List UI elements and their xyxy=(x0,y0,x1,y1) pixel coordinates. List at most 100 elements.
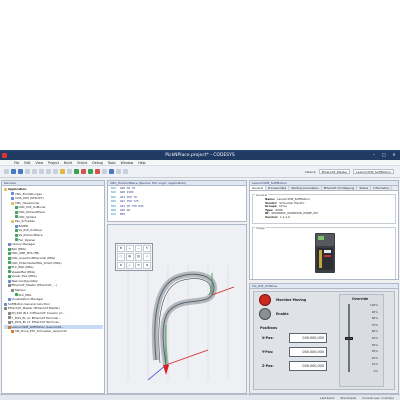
machine-moving-lamp xyxy=(260,295,270,305)
module-icon xyxy=(11,192,14,196)
build-icon[interactable] xyxy=(67,169,72,174)
module-icon xyxy=(4,302,7,306)
redo-icon[interactable] xyxy=(32,169,37,174)
code-icon xyxy=(14,210,18,214)
line-number: N70 xyxy=(110,212,116,217)
visualization-pane: Vis_PnP_UnMove Machine Moving Enable Pos… xyxy=(249,283,399,394)
x-pos-label: X-Pos: xyxy=(262,336,274,340)
device-icon xyxy=(7,284,11,288)
subtab-information[interactable]: Information xyxy=(371,186,393,190)
step-into-icon[interactable] xyxy=(123,169,128,174)
toolpath-3d-viewer[interactable]: ✥ + − ↻ ▢ ▤ ▥ ◇ # ⊥ ⟲ ⚙ xyxy=(107,224,247,394)
code-icon xyxy=(14,229,18,233)
folder-icon xyxy=(11,219,14,223)
override-tick-label: 60% xyxy=(371,329,378,334)
module-icon xyxy=(14,224,18,228)
code-lines[interactable]: N10 G00 X0 Y0 N20 G00 Z100 N30 G01 X50 Y0 N40 G… xyxy=(108,186,246,217)
subtab-startup-parameters[interactable]: Startup parameters xyxy=(289,186,322,190)
general-group-title: General xyxy=(255,193,269,197)
step-over-icon[interactable] xyxy=(116,169,121,174)
menu-online[interactable]: Online xyxy=(77,161,87,165)
cut-icon[interactable] xyxy=(39,169,44,174)
tree-item[interactable]: SM_Drive_ETC_Schneider_Lexium32 xyxy=(4,329,103,334)
close-button[interactable]: ✕ xyxy=(390,152,398,158)
menu-window[interactable]: Window xyxy=(121,161,134,165)
menu-project[interactable]: Project xyxy=(48,161,59,165)
maximize-button[interactable]: □ xyxy=(380,152,388,158)
override-control: Override 100% 90% 80% 70% 60% 50% 40% 30% 20% 10%… xyxy=(339,294,384,387)
y-pos-value: 000.000,000 xyxy=(289,347,327,357)
paste-icon[interactable] xyxy=(53,169,58,174)
code-icon xyxy=(7,275,11,279)
code-line[interactable]: N70 M30 xyxy=(108,212,246,216)
code-icon xyxy=(14,238,18,242)
start-icon[interactable] xyxy=(88,169,93,174)
image-group-title: Image xyxy=(255,226,266,230)
code-icon xyxy=(7,261,11,265)
property-row: Version: 1.1.1.0 xyxy=(253,214,395,220)
module-icon xyxy=(7,279,11,283)
property-value: 1.1.1.0 xyxy=(279,214,290,219)
device-icon xyxy=(4,307,7,311)
device-selector[interactable]: EtherCAT_Master xyxy=(318,169,351,174)
override-tick-label: 40% xyxy=(371,342,378,347)
current-user-status: Current user: (nobody) xyxy=(362,395,394,400)
override-tick-label: 70% xyxy=(371,322,378,327)
visualization-tab[interactable]: Vis_PnP_UnMove xyxy=(250,284,398,289)
menu-edit[interactable]: Edit xyxy=(24,161,30,165)
code-icon xyxy=(7,265,11,269)
code-icon xyxy=(14,233,18,237)
override-tick-label: 0% xyxy=(373,369,378,373)
z-pos-label: Z-Pos: xyxy=(262,364,274,368)
login-icon[interactable] xyxy=(74,169,79,174)
y-pos-label: Y-Pos: xyxy=(262,350,274,354)
logout-icon[interactable] xyxy=(81,169,86,174)
positions-label: Positions xyxy=(260,326,278,330)
property-key: Version: xyxy=(265,214,278,219)
device-icon xyxy=(7,311,11,315)
module-icon xyxy=(11,196,14,200)
axis-selector[interactable]: Lexium32M_SoftMotion xyxy=(353,169,394,174)
general-group: General Name: Lexium32M_SoftMotion Vendor:… xyxy=(252,193,396,224)
undo-icon[interactable] xyxy=(25,169,30,174)
menu-help[interactable]: Help xyxy=(138,161,145,165)
device-label: Device xyxy=(305,169,316,174)
code-icon xyxy=(7,247,11,251)
module-icon xyxy=(7,242,11,246)
status-bar: Last build: Precompile Current user: (no… xyxy=(0,394,400,400)
properties-subtabs: General Process Data Startup parameters … xyxy=(250,186,398,191)
subtab-general[interactable]: General xyxy=(250,186,267,190)
subtab-io-mapping[interactable]: EtherCAT I/O Mapping xyxy=(322,186,358,190)
folder-icon xyxy=(11,201,14,205)
machine-moving-label: Machine Moving xyxy=(276,298,307,302)
menu-view[interactable]: View xyxy=(36,161,44,165)
menu-build[interactable]: Build xyxy=(64,161,72,165)
subtab-process-data[interactable]: Process Data xyxy=(266,186,290,190)
codesys-window: PickNPlace.project* - CODESYS – □ ✕ File… xyxy=(0,150,400,400)
menu-debug[interactable]: Debug xyxy=(92,161,102,165)
new-icon[interactable] xyxy=(4,169,9,174)
code-icon xyxy=(14,215,18,219)
menu-file[interactable]: File xyxy=(14,161,19,165)
minimize-button[interactable]: – xyxy=(370,152,378,158)
z-pos-value: 000.000,000 xyxy=(289,361,327,371)
copy-icon[interactable] xyxy=(46,169,51,174)
subtab-status[interactable]: Status xyxy=(357,186,372,190)
save-icon[interactable] xyxy=(18,169,23,174)
drive-icon xyxy=(7,325,11,329)
code-icon xyxy=(7,270,11,274)
device-icon xyxy=(7,321,11,325)
enable-button[interactable] xyxy=(260,309,270,319)
reset-icon[interactable] xyxy=(102,169,107,174)
breakpoint-icon[interactable] xyxy=(109,169,114,174)
menu-tools[interactable]: Tools xyxy=(108,161,116,165)
find-icon[interactable] xyxy=(60,169,65,174)
open-icon[interactable] xyxy=(11,169,16,174)
override-tick-label: 90% xyxy=(371,309,378,314)
device-icon xyxy=(11,288,14,292)
override-slider-thumb[interactable] xyxy=(345,336,353,340)
toolpath-drawing xyxy=(127,265,235,381)
code-editor: CNC_PickAndPlace (Device: PLC Logic: App… xyxy=(107,180,247,222)
code-icon xyxy=(14,293,18,297)
stop-icon[interactable] xyxy=(95,169,100,174)
